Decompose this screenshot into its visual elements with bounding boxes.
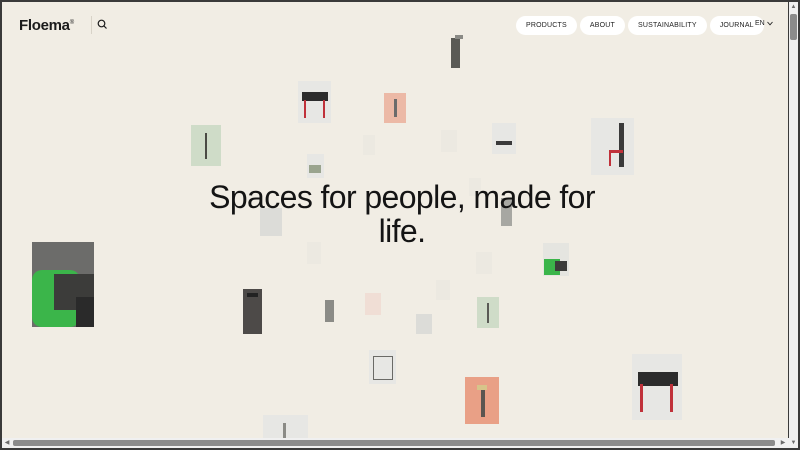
horizontal-scrollbar[interactable]: ◀ ▶ [2,438,789,448]
product-tile-green-jacket[interactable] [32,242,94,327]
product-tile-pink-lamp[interactable] [384,93,406,123]
scroll-down-arrow-icon[interactable]: ▼ [789,438,798,448]
product-tile-bike-rack[interactable] [369,350,396,384]
product-tile-faint-pink[interactable] [365,293,381,315]
language-selector[interactable]: EN [755,20,773,27]
product-tile-red-bench[interactable] [298,81,331,123]
product-tile-grey-3[interactable] [416,314,432,334]
scroll-left-arrow-icon[interactable]: ◀ [2,438,12,448]
product-tile-red-chair[interactable] [591,118,634,175]
logo-text: Floema [19,17,70,34]
product-tile-wood-bench[interactable] [307,154,324,178]
product-tile-red-bench-large[interactable] [632,354,682,420]
product-tile-faint-5[interactable] [476,252,492,274]
search-icon[interactable] [96,18,110,32]
vertical-scrollbar[interactable]: ▲ ▼ [789,2,798,448]
product-tile-green-post[interactable] [191,125,221,166]
floema-logo[interactable]: Floema® [19,17,74,34]
page-viewport: Floema® PRODUCTS ABOUT SUSTAINABILITY JO… [2,2,788,438]
scroll-right-arrow-icon[interactable]: ▶ [778,438,788,448]
product-tile-orange-lamp[interactable] [465,377,499,424]
main-nav: PRODUCTS ABOUT SUSTAINABILITY JOURNAL [516,16,764,35]
hero-headline: Spaces for people, made for life. [209,179,595,249]
scroll-up-arrow-icon[interactable]: ▲ [789,2,798,12]
product-tile-bottom[interactable] [263,415,308,438]
nav-about-button[interactable]: ABOUT [579,16,626,35]
nav-sustainability-button[interactable]: SUSTAINABILITY [628,16,707,35]
vertical-scroll-thumb[interactable] [790,14,797,40]
product-tile-dark-bin[interactable] [240,285,266,335]
product-tile-bin-top[interactable] [446,35,466,71]
product-tile-bench-small[interactable] [492,123,516,154]
logo-mark: ® [69,20,74,26]
product-tile-faint-6[interactable] [436,280,450,300]
language-label: EN [755,20,765,27]
product-tile-faint-2[interactable] [441,130,457,152]
nav-products-button[interactable]: PRODUCTS [516,16,577,35]
horizontal-scroll-thumb[interactable] [13,440,775,446]
header-divider [91,16,92,34]
product-tile-faint-1[interactable] [363,135,375,155]
product-tile-small-bin[interactable] [323,298,337,324]
chevron-down-icon [766,21,773,26]
product-tile-green-post-2[interactable] [477,297,499,328]
